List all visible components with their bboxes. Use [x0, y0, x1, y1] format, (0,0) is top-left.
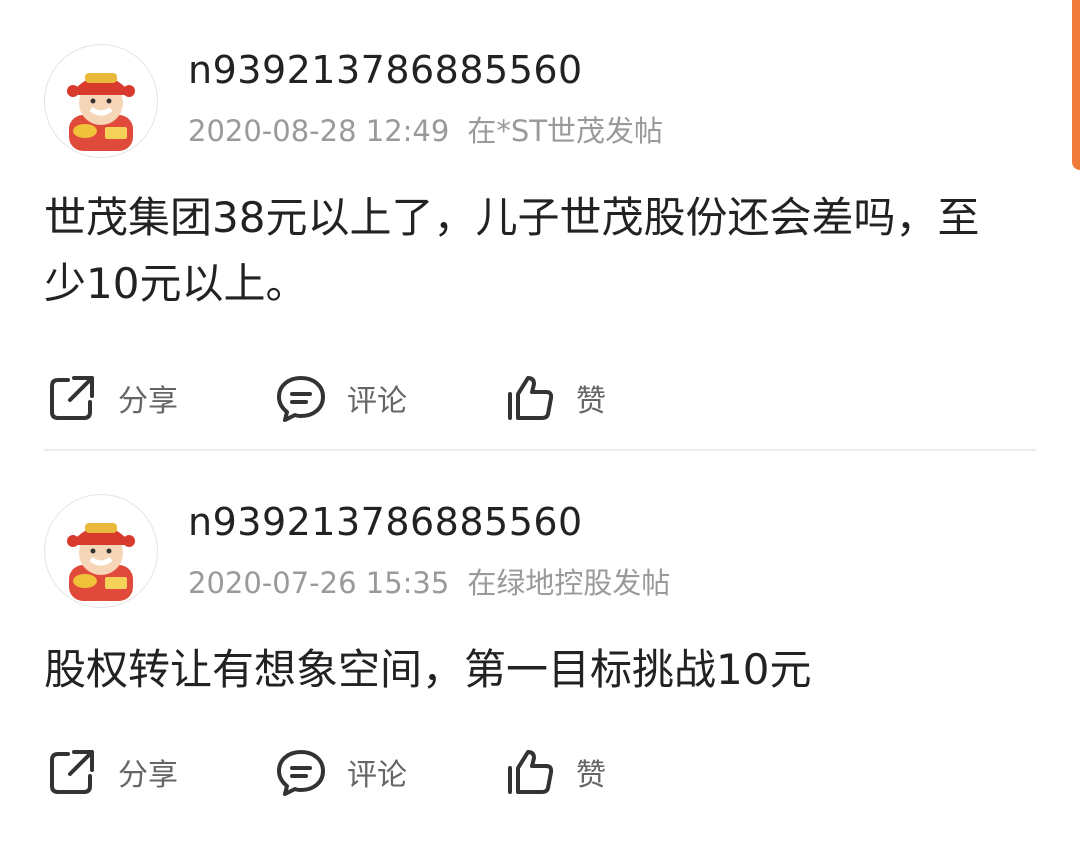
post-content[interactable]: 世茂集团38元以上了，儿子世茂股份还会差吗，至少10元以上。 — [44, 185, 990, 317]
avatar[interactable] — [44, 494, 158, 608]
like-button[interactable]: 赞 — [502, 370, 606, 426]
share-icon — [44, 744, 100, 800]
post-actions: 分享 评论 赞 — [44, 368, 606, 428]
share-button[interactable]: 分享 — [44, 744, 273, 800]
fortune-god-avatar-icon — [67, 73, 135, 151]
comment-label: 评论 — [347, 758, 407, 793]
post-content[interactable]: 股权转让有想象空间，第一目标挑战10元 — [44, 637, 990, 703]
share-icon — [44, 370, 100, 426]
post-username[interactable]: n939213786885560 — [188, 500, 583, 544]
post-card: n939213786885560 2020-08-28 12:49 在*ST世茂发… — [0, 0, 1080, 422]
post-divider — [44, 449, 1036, 451]
comment-button[interactable]: 评论 — [273, 744, 502, 800]
comment-label: 评论 — [347, 384, 407, 419]
thumbs-up-icon — [502, 744, 558, 800]
comment-icon — [273, 370, 329, 426]
post-card: n939213786885560 2020-07-26 15:35 在绿地控股发帖… — [0, 452, 1080, 862]
post-timestamp: 2020-08-28 12:49 — [188, 114, 450, 148]
post-actions: 分享 评论 赞 — [44, 742, 606, 802]
post-location[interactable]: 在绿地控股发帖 — [467, 566, 670, 600]
post-username[interactable]: n939213786885560 — [188, 48, 583, 92]
like-button[interactable]: 赞 — [502, 744, 606, 800]
like-label: 赞 — [576, 384, 606, 419]
comment-icon — [273, 744, 329, 800]
post-location[interactable]: 在*ST世茂发帖 — [467, 114, 663, 148]
avatar[interactable] — [44, 44, 158, 158]
comment-button[interactable]: 评论 — [273, 370, 502, 426]
fortune-god-avatar-icon — [67, 523, 135, 601]
share-label: 分享 — [118, 758, 178, 793]
post-meta: 2020-07-26 15:35 在绿地控股发帖 — [188, 560, 670, 602]
like-label: 赞 — [576, 758, 606, 793]
post-meta: 2020-08-28 12:49 在*ST世茂发帖 — [188, 108, 663, 150]
post-timestamp: 2020-07-26 15:35 — [188, 566, 450, 600]
share-label: 分享 — [118, 384, 178, 419]
thumbs-up-icon — [502, 370, 558, 426]
share-button[interactable]: 分享 — [44, 370, 273, 426]
